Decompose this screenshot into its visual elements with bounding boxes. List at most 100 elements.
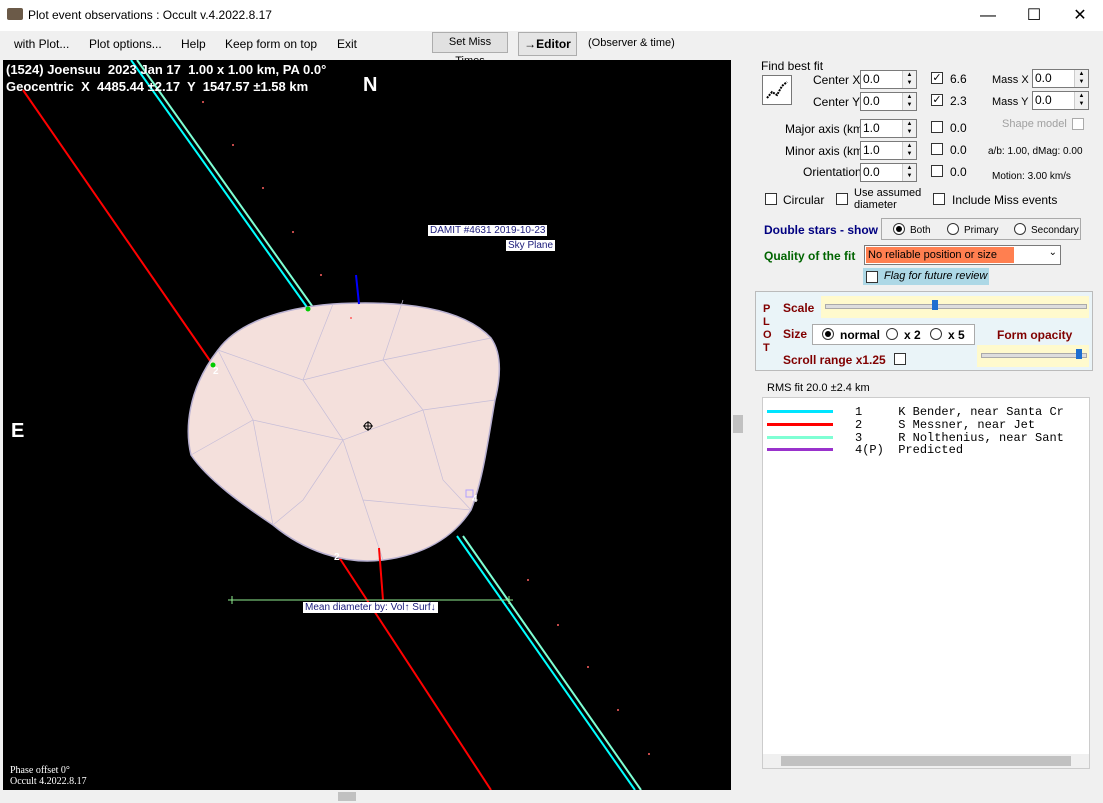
scroll-thumb[interactable] [781, 756, 1071, 766]
observer-time-label: (Observer & time) [588, 37, 675, 49]
quality-label: Quality of the fit [764, 249, 856, 263]
plot-drawing [22, 60, 650, 790]
spin-arrows-icon: ▲ ▼ [902, 164, 916, 181]
scroll-range-checkbox[interactable] [894, 353, 906, 365]
chord-2-line-lower [332, 547, 492, 790]
legend-line-3 [767, 436, 833, 439]
size-normal-radio[interactable] [822, 328, 834, 340]
scale-label: Scale [783, 301, 815, 315]
vertical-scrollbar[interactable] [731, 60, 745, 790]
size-x5-label: x 5 [948, 328, 965, 342]
best-fit-button[interactable] [762, 75, 792, 105]
mean-diameter-label: Mean diameter by: Vol↑ Surf↓ [303, 602, 438, 613]
plot-canvas[interactable]: (1524) Joensuu 2023 Jan 17 1.00 x 1.00 k… [3, 60, 731, 790]
flag-review-label: Flag for future review [884, 270, 988, 282]
shape-model-label: Shape model [1002, 118, 1067, 130]
title-bar: Plot event observations : Occult v.4.202… [0, 0, 1103, 31]
legend-item: 3 R Nolthenius, near Sant [855, 431, 1064, 445]
legend-line-4 [767, 448, 833, 451]
pole-marker [355, 274, 360, 305]
chord-1-line [130, 60, 310, 311]
asteroid-shape [187, 302, 501, 562]
both-radio[interactable] [893, 223, 905, 235]
orientation-input[interactable]: 0.0 ▲ ▼ [860, 163, 917, 182]
scroll-thumb[interactable] [733, 415, 743, 433]
scroll-range-label: Scroll range x1.25 [783, 353, 886, 367]
legend-item: 4(P) Predicted [855, 443, 964, 457]
primary-label: Primary [964, 225, 999, 236]
major-axis-label: Major axis (km) [785, 122, 868, 136]
center-y-label: Center Y [813, 95, 861, 109]
center-x-fit-value: 6.6 [950, 72, 967, 86]
orientation-label: Orientation [803, 165, 862, 179]
secondary-label: Secondary [1031, 225, 1079, 236]
chord-2-line [22, 89, 214, 366]
flag-review-checkbox[interactable] [866, 271, 878, 283]
quality-select[interactable]: No reliable position or size ⌄ [864, 245, 1061, 265]
fit-minor-checkbox[interactable] [931, 143, 943, 155]
menu-bar: with Plot... Plot options... Help Keep f… [0, 31, 1103, 67]
mass-x-input[interactable]: 0.0 ▲ ▼ [1032, 69, 1089, 88]
scroll-thumb[interactable] [338, 792, 356, 801]
fit-center-y-checkbox[interactable]: ✓ [931, 94, 943, 106]
chord-3-line [136, 60, 316, 311]
spin-arrows-icon: ▲ ▼ [902, 120, 916, 137]
chord-label: 2 [334, 552, 340, 563]
size-x2-label: x 2 [904, 328, 921, 342]
model-label-2: Sky Plane [506, 240, 556, 251]
scale-thumb[interactable] [932, 300, 938, 310]
center-x-label: Center X [813, 73, 861, 87]
opacity-slider[interactable] [977, 345, 1089, 367]
horizontal-scrollbar[interactable] [3, 790, 731, 803]
center-x-input[interactable]: 0.0 ▲ ▼ [860, 70, 917, 89]
north-label: N [363, 74, 378, 96]
legend-line-2 [767, 423, 833, 426]
primary-radio[interactable] [947, 223, 959, 235]
legend-item: 1 K Bender, near Santa Cr [855, 405, 1064, 419]
shape-model-checkbox[interactable] [1072, 118, 1084, 130]
set-miss-times-button[interactable]: Set Miss Times [432, 32, 508, 67]
circular-checkbox[interactable] [765, 193, 777, 205]
size-x5-radio[interactable] [930, 328, 942, 340]
model-label-1: DAMIT #4631 2019-10-23 [428, 225, 548, 236]
mass-y-input[interactable]: 0.0 ▲ ▼ [1032, 91, 1089, 110]
size-label: Size [783, 327, 808, 341]
orientation-fit-value: 0.0 [950, 165, 967, 179]
major-axis-input[interactable]: 1.0 ▲ ▼ [860, 119, 917, 138]
menu-keep-on-top[interactable]: Keep form on top [225, 37, 317, 51]
assumed-diameter-checkbox[interactable] [836, 193, 848, 205]
plot-header-line1: (1524) Joensuu 2023 Jan 17 1.00 x 1.00 k… [6, 62, 327, 77]
opacity-thumb[interactable] [1076, 349, 1082, 359]
fit-major-checkbox[interactable] [931, 121, 943, 133]
editor-button[interactable]: →Editor [518, 32, 577, 56]
chord-label: 2 [213, 366, 219, 377]
maximize-button[interactable]: ☐ [1011, 0, 1057, 31]
chord-1-line-lower [456, 535, 636, 790]
spin-arrows-icon: ▲ ▼ [1074, 92, 1088, 109]
version-label: Occult 4.2022.8.17 [10, 776, 87, 787]
legend-scrollbar[interactable] [763, 754, 1089, 768]
chord-3-line-lower [462, 535, 642, 790]
spin-arrows-icon: ▲ ▼ [1074, 70, 1088, 87]
east-label: E [11, 420, 25, 442]
motion-label: Motion: 3.00 km/s [992, 171, 1071, 182]
center-y-input[interactable]: 0.0 ▲ ▼ [860, 92, 917, 111]
minor-axis-input[interactable]: 1.0 ▲ ▼ [860, 141, 917, 160]
plot-side-label: PLOT [763, 303, 772, 354]
circular-label: Circular [783, 193, 825, 207]
chevron-down-icon: ⌄ [1048, 247, 1057, 258]
secondary-radio[interactable] [1014, 223, 1026, 235]
fit-orientation-checkbox[interactable] [931, 165, 943, 177]
fit-center-x-checkbox[interactable]: ✓ [931, 72, 943, 84]
menu-exit[interactable]: Exit [337, 37, 357, 51]
scale-slider[interactable] [821, 296, 1089, 318]
menu-help[interactable]: Help [181, 37, 206, 51]
close-button[interactable]: ✕ [1057, 0, 1103, 31]
menu-plot-options[interactable]: Plot options... [89, 37, 162, 51]
minimize-button[interactable]: — [965, 0, 1011, 31]
include-miss-checkbox[interactable] [933, 193, 945, 205]
app-icon [7, 8, 23, 20]
size-x2-radio[interactable] [886, 328, 898, 340]
menu-with-plot[interactable]: with Plot... [14, 37, 69, 51]
legend-vscroll[interactable] [1090, 397, 1103, 767]
